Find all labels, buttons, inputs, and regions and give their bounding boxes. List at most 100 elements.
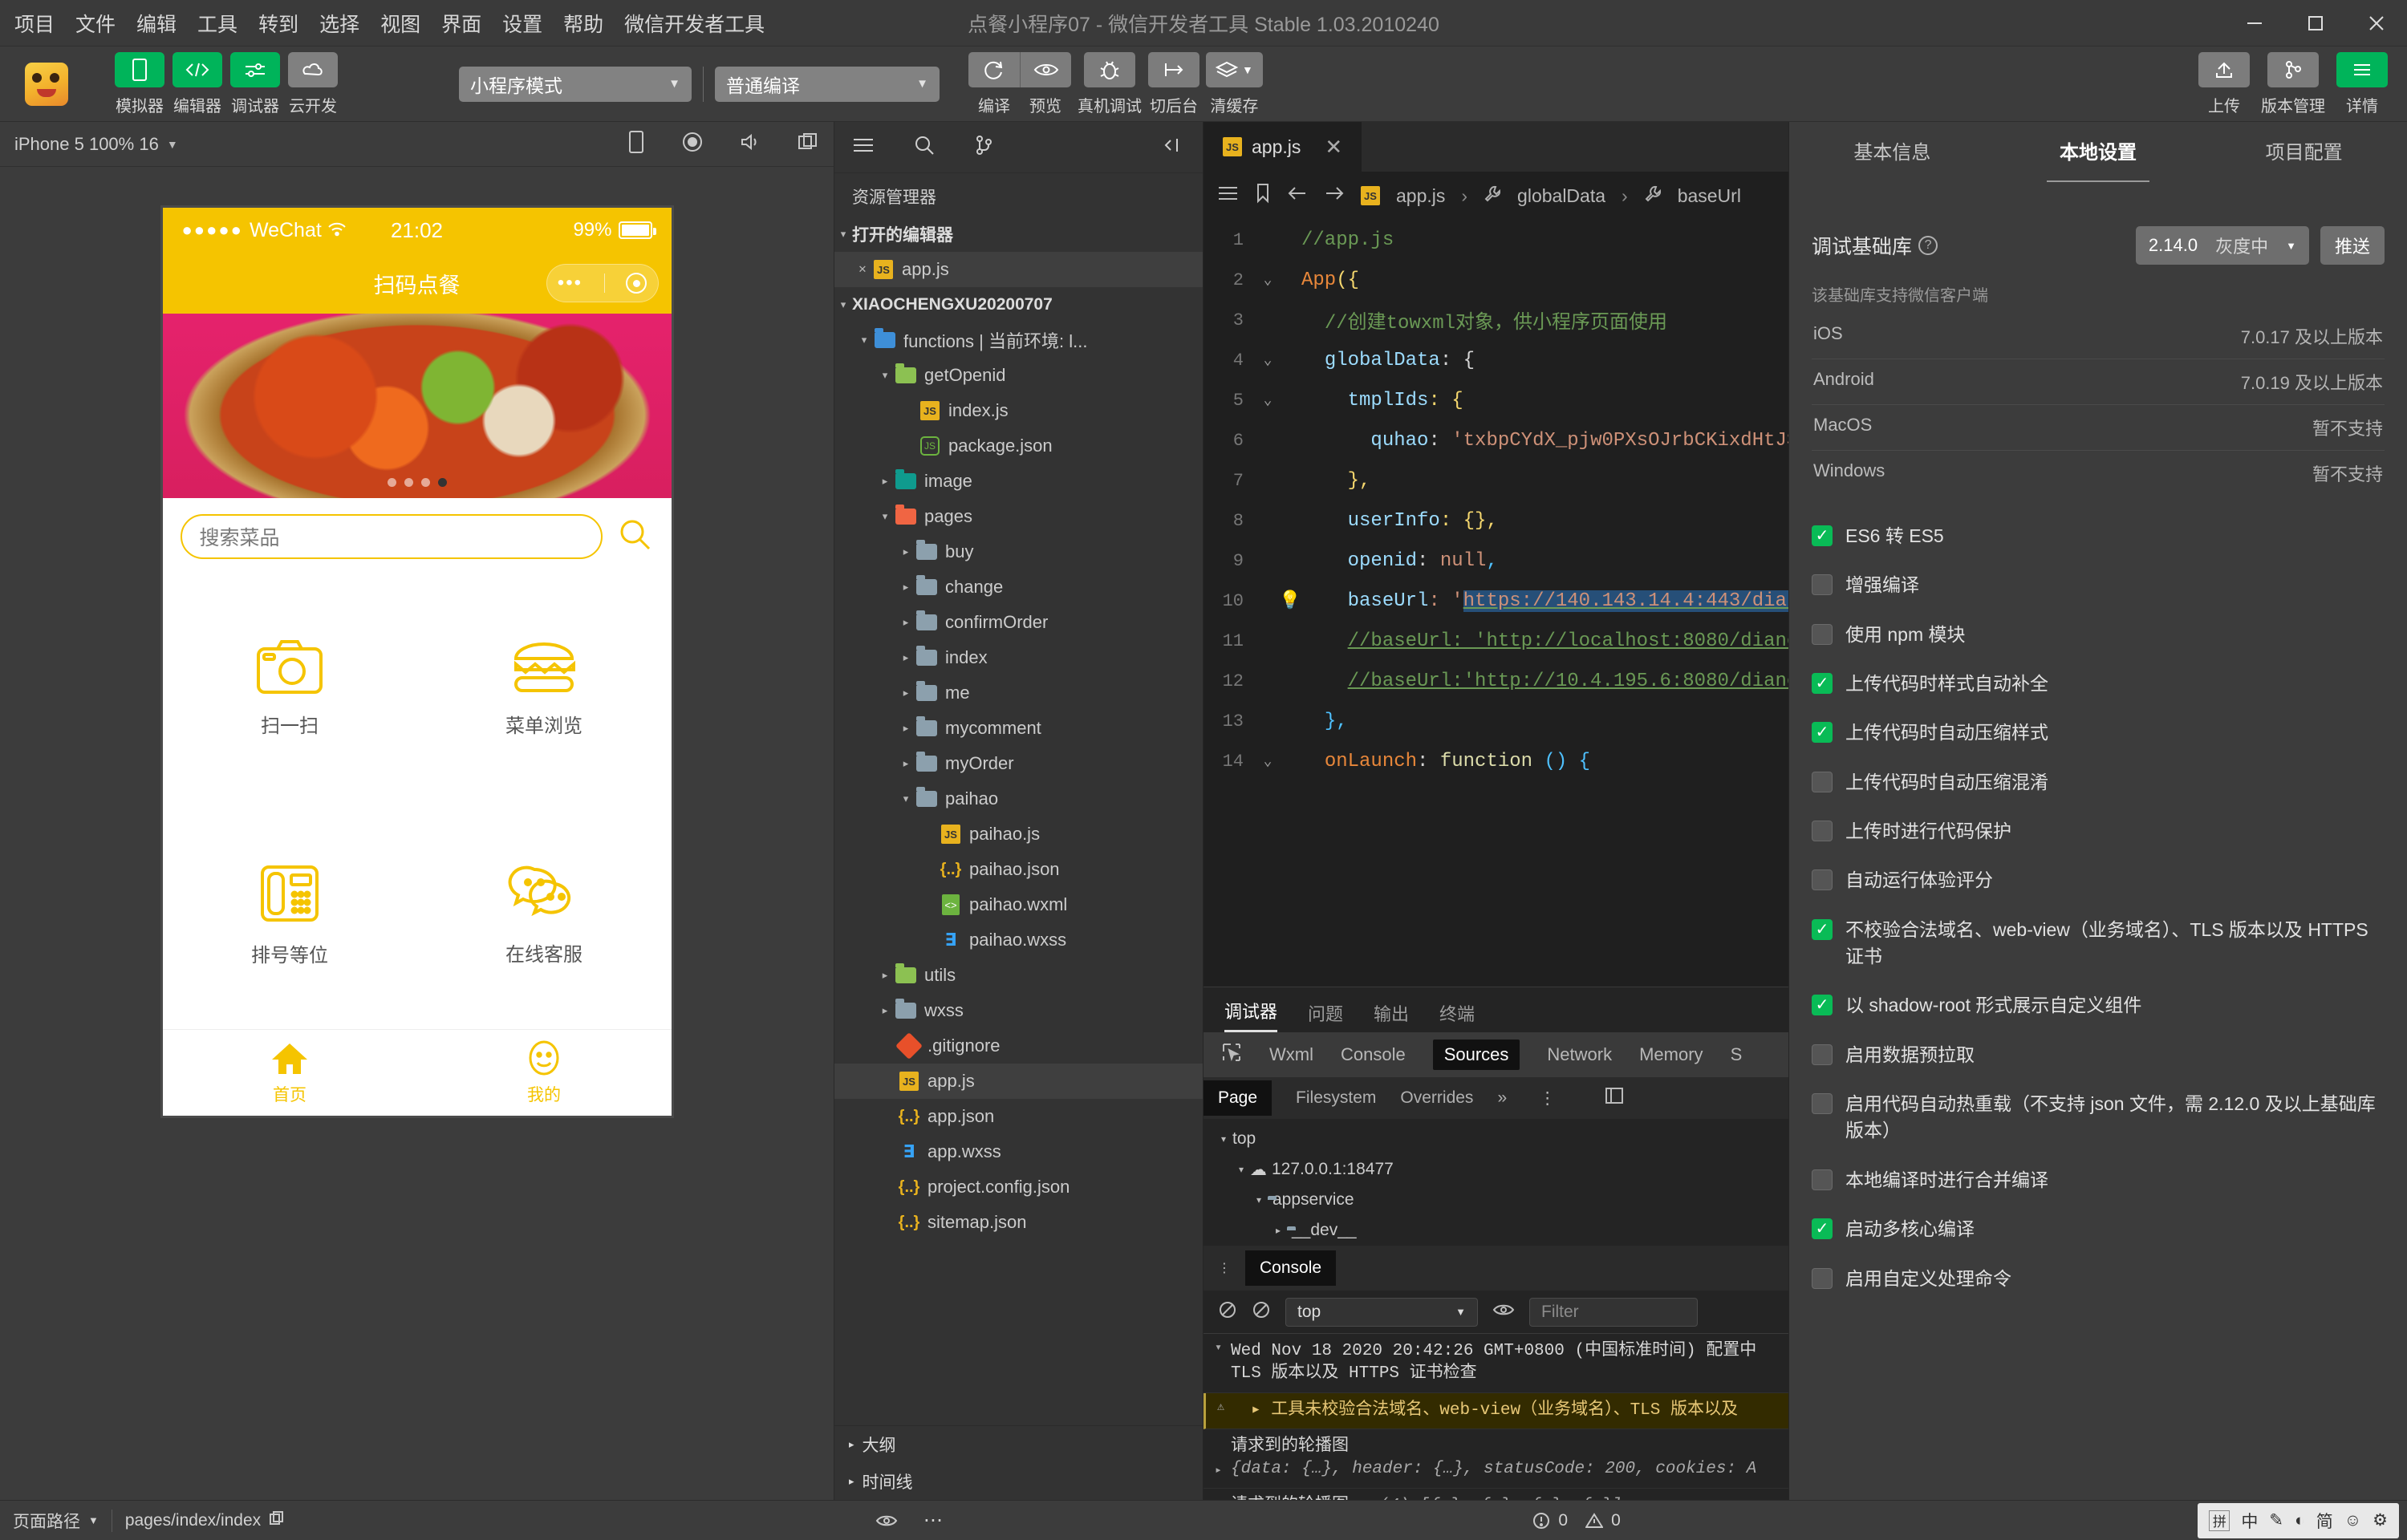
tree-item-utils[interactable]: ▸ utils: [834, 958, 1203, 993]
ime-moon-icon[interactable]: ◐: [2295, 1511, 2305, 1530]
checkbox-enhanced-compile[interactable]: 增强编译: [1812, 572, 2385, 598]
checkbox-box[interactable]: [1812, 821, 1833, 842]
simulator-toggle-button[interactable]: 模拟器: [114, 51, 165, 116]
checkbox-compress-style[interactable]: 上传代码时自动压缩样式: [1812, 719, 2385, 746]
menu-item-3[interactable]: 工具: [197, 9, 237, 38]
checkbox-data-prefetch[interactable]: 启用数据预拉取: [1812, 1042, 2385, 1068]
devtools-tab-memory[interactable]: Memory: [1639, 1044, 1703, 1065]
checkbox-box[interactable]: [1812, 1267, 1833, 1289]
fold-icon[interactable]: ⌄: [1256, 271, 1279, 289]
tree-item-app-js[interactable]: JS app.js: [834, 1064, 1203, 1099]
real-device-debug-button[interactable]: 真机调试: [1078, 51, 1142, 116]
pager-dot[interactable]: [404, 478, 413, 487]
help-icon[interactable]: ?: [1918, 236, 1938, 255]
source-node-appservice[interactable]: ▾ appservice: [1204, 1185, 1788, 1215]
debugger-toggle-button[interactable]: 调试器: [229, 51, 281, 116]
checkbox-merge-compile[interactable]: 本地编译时进行合并编译: [1812, 1167, 2385, 1194]
record-icon[interactable]: [681, 131, 704, 158]
tab-output[interactable]: 输出: [1374, 1000, 1409, 1032]
compile-select[interactable]: 普通编译 ▼: [715, 66, 940, 102]
tree-item-index-js[interactable]: JS index.js: [834, 393, 1203, 428]
ime-emoji-icon[interactable]: ☺: [2344, 1511, 2361, 1530]
tree-item-gitignore[interactable]: .gitignore: [834, 1028, 1203, 1064]
upload-button[interactable]: 上传: [2198, 51, 2250, 116]
clear-cache-button[interactable]: ▼ 清缓存: [1206, 51, 1263, 116]
menu-item-0[interactable]: 项目: [14, 9, 55, 38]
pager-dot-active[interactable]: [437, 478, 447, 487]
sources-tab-filesystem[interactable]: Filesystem: [1296, 1088, 1376, 1108]
grid-item-support[interactable]: 在线客服: [417, 800, 672, 1029]
checkbox-box[interactable]: [1812, 1093, 1833, 1115]
pager-dot[interactable]: [387, 478, 396, 487]
maximize-button[interactable]: [2285, 0, 2346, 47]
tab-profile[interactable]: 我的: [417, 1030, 672, 1116]
tree-item-app-wxss[interactable]: ∃ app.wxss: [834, 1134, 1203, 1169]
tree-item-change[interactable]: ▸ change: [834, 569, 1203, 605]
editor-tab-app-js[interactable]: JS app.js ✕: [1204, 122, 1362, 172]
copy-icon[interactable]: [797, 132, 819, 157]
collapse-sidebar-icon[interactable]: [1604, 1086, 1625, 1110]
menu-item-4[interactable]: 转到: [258, 9, 298, 38]
checkbox-box[interactable]: [1812, 771, 1833, 792]
breadcrumb-baseurl[interactable]: baseUrl: [1678, 185, 1741, 207]
version-control-button[interactable]: 版本管理: [2261, 51, 2325, 116]
close-button[interactable]: [2346, 0, 2407, 47]
checkbox-skip-domain-check[interactable]: 不校验合法域名、web-view（业务域名）、TLS 版本以及 HTTPS 证书: [1812, 917, 2385, 971]
devtools-tab-sources[interactable]: Sources: [1432, 1040, 1520, 1070]
search-icon[interactable]: [617, 517, 654, 557]
sources-tab-page[interactable]: Page: [1204, 1080, 1273, 1116]
console-output[interactable]: ▾ Wed Nov 18 2020 20:42:26 GMT+0800 (中国标…: [1204, 1334, 1788, 1500]
console-log-entry[interactable]: ▾ Wed Nov 18 2020 20:42:26 GMT+0800 (中国标…: [1204, 1334, 1788, 1393]
tree-item-paihao-wxml[interactable]: <> paihao.wxml: [834, 887, 1203, 922]
chevron-down-icon[interactable]: ▼: [167, 138, 178, 151]
tree-item-paihao-js[interactable]: JS paihao.js: [834, 817, 1203, 852]
ime-pen-icon[interactable]: ✎: [2269, 1510, 2283, 1530]
bookmark-icon[interactable]: [1255, 183, 1271, 209]
tree-item-package-json[interactable]: JS package.json: [834, 428, 1203, 464]
checkbox-box[interactable]: [1812, 995, 1833, 1016]
checkbox-box[interactable]: [1812, 869, 1833, 891]
copy-icon[interactable]: [269, 1510, 285, 1531]
background-button[interactable]: 切后台: [1148, 51, 1199, 116]
details-button[interactable]: 详情: [2336, 51, 2388, 116]
menu-item-7[interactable]: 界面: [441, 9, 481, 38]
grid-item-menu[interactable]: 菜单浏览: [417, 575, 672, 800]
kebab-menu-icon[interactable]: ⋮: [1218, 1260, 1231, 1276]
pager-dot[interactable]: [420, 478, 430, 487]
tree-item-functions[interactable]: ▾ functions | 当前环境: l...: [834, 322, 1203, 358]
tree-item-index[interactable]: ▸ index: [834, 640, 1203, 675]
forward-icon[interactable]: [1324, 184, 1345, 207]
tree-item-buy[interactable]: ▸ buy: [834, 534, 1203, 569]
open-editor-app-js[interactable]: ✕ JS app.js: [834, 252, 1203, 287]
menu-item-6[interactable]: 视图: [380, 9, 420, 38]
ime-language-icon[interactable]: 中: [2241, 1509, 2258, 1533]
checkbox-box[interactable]: [1812, 1044, 1833, 1065]
source-node-host[interactable]: ▾ ☁ 127.0.0.1:18477: [1204, 1154, 1788, 1185]
checkbox-compress-obfuscate[interactable]: 上传代码时自动压缩混淆: [1812, 769, 2385, 796]
expand-icon[interactable]: ▸: [1215, 1463, 1222, 1479]
tree-item-myorder[interactable]: ▸ myOrder: [834, 746, 1203, 781]
ime-settings-icon[interactable]: ⚙: [2372, 1510, 2388, 1530]
library-version-select[interactable]: 2.14.0 灰度中 ▼: [2135, 226, 2309, 265]
timeline-section[interactable]: ▸ 时间线: [834, 1463, 1203, 1500]
console-warning-entry[interactable]: ⚠ ▸ 工具未校验合法域名、web-view（业务域名）、TLS 版本以及: [1204, 1392, 1788, 1430]
ime-simplified-icon[interactable]: 简: [2316, 1509, 2333, 1533]
checkbox-box[interactable]: [1812, 918, 1833, 940]
rotate-icon[interactable]: [627, 130, 646, 159]
tree-item-confirmorder[interactable]: ▸ confirmOrder: [834, 605, 1203, 640]
expand-icon[interactable]: ▸: [1359, 1497, 1379, 1500]
menu-item-5[interactable]: 选择: [319, 9, 359, 38]
close-icon[interactable]: ✕: [854, 263, 871, 276]
breadcrumb-file[interactable]: app.js: [1396, 185, 1445, 207]
kebab-menu-icon[interactable]: ⋮: [1539, 1088, 1556, 1108]
settings-tab-basic[interactable]: 基本信息: [1853, 136, 1930, 164]
console-context-select[interactable]: top ▼: [1285, 1297, 1478, 1327]
close-icon[interactable]: ✕: [1325, 135, 1342, 160]
checkbox-multicore-compile[interactable]: 启动多核心编译: [1812, 1216, 2385, 1242]
compile-button[interactable]: 编译: [968, 51, 1020, 116]
console-filter-input[interactable]: Filter: [1529, 1297, 1698, 1327]
tab-terminal[interactable]: 终端: [1439, 1000, 1475, 1032]
breadcrumb-globaldata[interactable]: globalData: [1517, 185, 1605, 207]
menu-item-10[interactable]: 微信开发者工具: [624, 9, 765, 38]
settings-tab-local[interactable]: 本地设置: [2046, 136, 2149, 182]
